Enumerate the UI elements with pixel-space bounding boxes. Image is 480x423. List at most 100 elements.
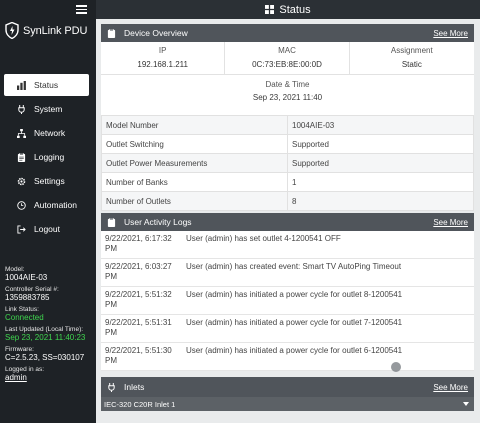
table-row: Model Number 1004AIE-03 (101, 115, 474, 135)
panel-title: Inlets (124, 382, 145, 392)
ip-cell: IP 192.168.1.211 (101, 42, 226, 75)
see-more-link[interactable]: See More (433, 383, 468, 392)
brand: SynLink PDU (5, 22, 87, 39)
assignment-label: Assignment (390, 46, 433, 55)
inlets-panel: Inlets See More IEC-320 C20R Inlet 1 (101, 377, 474, 411)
sidebar-nav: Status System Network Logging Settings A… (4, 74, 89, 242)
sidebar-item-network[interactable]: Network (4, 122, 89, 144)
log-time: 9/22/2021, 5:51:31 PM (105, 318, 172, 337)
network-summary: IP 192.168.1.211 MAC 0C:73:EB:8E:00:0D A… (101, 42, 474, 75)
network-icon (15, 128, 27, 138)
log-time: 9/22/2021, 5:51:30 PM (105, 346, 172, 365)
serial-label: Controller Serial #: (5, 286, 59, 293)
log-message: User (admin) has initiated a power cycle… (186, 318, 403, 327)
mouse-cursor (391, 362, 401, 372)
panel-title: User Activity Logs (124, 217, 192, 227)
sidebar-item-label: System (34, 104, 63, 114)
device-overview-panel: Device Overview See More IP 192.168.1.21… (101, 24, 474, 211)
sidebar-item-logout[interactable]: Logout (4, 218, 89, 240)
table-row: Number of Outlets 8 (101, 191, 474, 211)
sidebar: SynLink PDU Status System Network Loggin… (0, 0, 96, 423)
property-value: 1004AIE-03 (287, 115, 474, 135)
sidebar-item-automation[interactable]: Automation (4, 194, 89, 216)
inlets-header: Inlets See More (101, 377, 474, 397)
log-time: 9/22/2021, 5:51:32 PM (105, 290, 172, 309)
sidebar-item-label: Logout (34, 224, 60, 234)
ip-value: 192.168.1.211 (137, 60, 188, 69)
list-item: 9/22/2021, 6:17:32 PM User (admin) has se… (101, 231, 474, 259)
table-row: Outlet Switching Supported (101, 134, 474, 154)
link-status-label: Link Status: (5, 306, 39, 313)
clipboard-icon (107, 28, 116, 38)
date-time-value: Sep 23, 2021 11:40 (252, 93, 323, 102)
date-time: Date & Time Sep 23, 2021 11:40 (101, 75, 474, 115)
logged-in-user-link[interactable]: admin (5, 373, 93, 382)
inlet-select[interactable]: IEC-320 C20R Inlet 1 (101, 397, 474, 411)
list-item: 9/22/2021, 5:51:32 PM User (admin) has in… (101, 287, 474, 315)
activity-logs-header: User Activity Logs See More (101, 213, 474, 231)
firmware-value: C=2.5.23, SS=030107 (5, 353, 85, 362)
device-overview-header: Device Overview See More (101, 24, 474, 42)
sidebar-item-logging[interactable]: Logging (4, 146, 89, 168)
sidebar-item-label: Status (34, 80, 59, 90)
mac-label: MAC (278, 46, 296, 55)
see-more-link[interactable]: See More (433, 218, 468, 227)
device-info: Model: 1004AIE-03 Controller Serial #: 1… (5, 266, 93, 386)
sidebar-item-system[interactable]: System (4, 98, 89, 120)
sidebar-item-settings[interactable]: Settings (4, 170, 89, 192)
hamburger-menu-icon[interactable] (76, 5, 87, 14)
link-status-value: Connected (5, 313, 44, 322)
gear-icon (15, 177, 27, 186)
top-bar: Status (96, 0, 480, 19)
property-name: Number of Outlets (101, 191, 288, 211)
log-message: User (admin) has initiated a power cycle… (186, 346, 403, 355)
panel-title: Device Overview (124, 28, 188, 38)
property-value: Supported (287, 153, 474, 173)
shield-logo-icon (5, 22, 19, 39)
last-updated-label: Last Updated (Local Time): (5, 326, 84, 333)
ip-label: IP (158, 46, 167, 55)
model-label: Model: (5, 266, 25, 273)
firmware-label: Firmware: (5, 346, 34, 353)
table-row: Outlet Power Measurements Supported (101, 153, 474, 173)
mac-value: 0C:73:EB:8E:00:0D (252, 60, 322, 69)
last-updated-value: Sep 23, 2021 11:40:23 (5, 333, 86, 342)
page-title: Status (279, 3, 311, 16)
list-item: 9/22/2021, 5:51:30 PM User (admin) has in… (101, 343, 474, 371)
activity-log-list: 9/22/2021, 6:17:32 PM User (admin) has se… (101, 231, 474, 371)
assignment-value: Static (401, 60, 422, 69)
sidebar-item-label: Settings (34, 176, 65, 186)
sidebar-item-status[interactable]: Status (4, 74, 89, 96)
chevron-down-icon (463, 402, 469, 406)
log-time: 9/22/2021, 6:03:27 PM (105, 262, 172, 281)
clipboard-icon (107, 217, 116, 227)
brand-name: SynLink PDU (23, 24, 88, 37)
inlet-select-value: IEC-320 C20R Inlet 1 (104, 399, 176, 409)
clipboard-icon (15, 152, 27, 162)
property-name: Outlet Switching (101, 134, 288, 154)
property-value: 8 (287, 191, 474, 211)
plug-icon (15, 104, 27, 114)
property-value: Supported (287, 134, 474, 154)
bar-chart-icon (15, 80, 27, 90)
log-message: User (admin) has created event: Smart TV… (186, 262, 402, 271)
log-time: 9/22/2021, 6:17:32 PM (105, 234, 172, 253)
date-time-label: Date & Time (265, 80, 310, 89)
main-content: Device Overview See More IP 192.168.1.21… (96, 19, 480, 423)
see-more-link[interactable]: See More (433, 29, 468, 38)
sidebar-item-label: Logging (34, 152, 65, 162)
logged-in-label: Logged in as: (5, 366, 45, 373)
property-name: Number of Banks (101, 172, 288, 192)
assignment-cell: Assignment Static (349, 42, 474, 75)
log-message: User (admin) has set outlet 4-1200541 OF… (186, 234, 341, 243)
sidebar-item-label: Network (34, 128, 66, 138)
mac-cell: MAC 0C:73:EB:8E:00:0D (225, 42, 350, 75)
activity-logs-panel: User Activity Logs See More 9/22/2021, 6… (101, 213, 474, 371)
sidebar-item-label: Automation (34, 200, 77, 210)
property-name: Model Number (101, 115, 288, 135)
list-item: 9/22/2021, 5:51:31 PM User (admin) has in… (101, 315, 474, 343)
list-item: 9/22/2021, 6:03:27 PM User (admin) has cr… (101, 259, 474, 287)
logout-icon (15, 224, 27, 234)
log-message: User (admin) has initiated a power cycle… (186, 290, 403, 299)
plug-icon (108, 382, 115, 392)
